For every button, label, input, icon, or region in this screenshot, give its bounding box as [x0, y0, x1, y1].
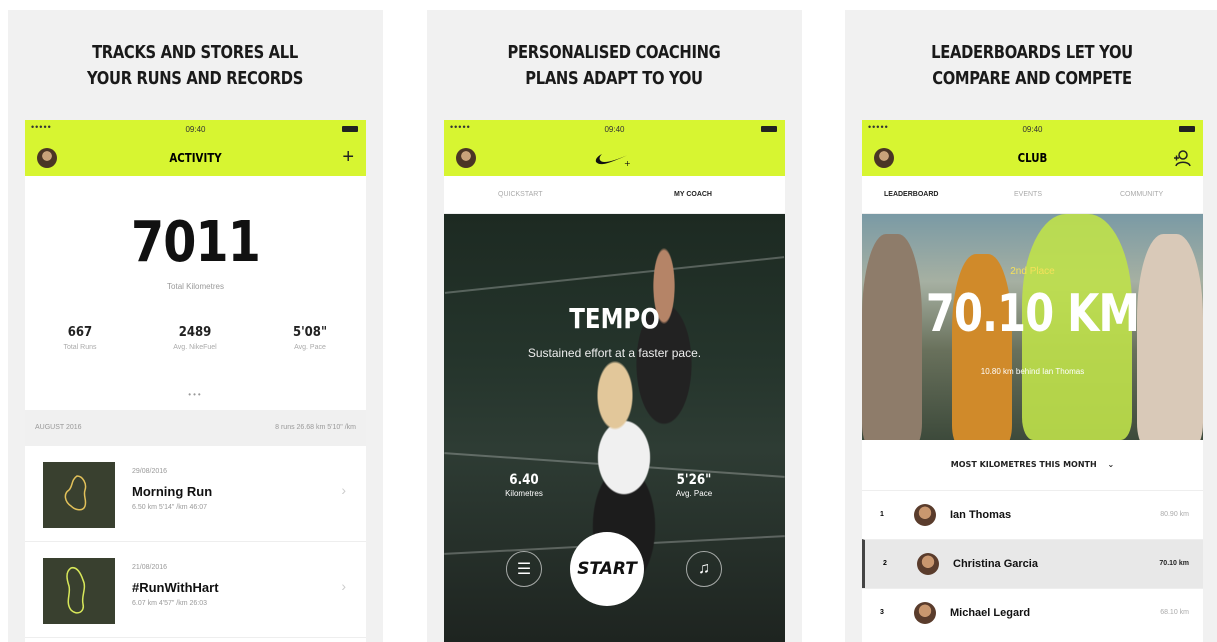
tab-community[interactable]: COMMUNITY — [1120, 191, 1163, 198]
total-km-value: 7011 — [130, 210, 261, 275]
avatar — [917, 553, 939, 575]
avatar — [914, 504, 936, 526]
distance-behind: 10.80 km behind Ian Thomas — [980, 367, 1085, 376]
battery-icon — [342, 126, 358, 132]
add-friend-icon[interactable] — [1173, 149, 1191, 172]
table-row[interactable]: 2 Christina Garcia 70.10 km — [862, 539, 1203, 588]
stat-value: 6.40 — [509, 472, 539, 488]
route-map-thumbnail — [43, 462, 115, 528]
route-map-thumbnail — [43, 558, 115, 624]
workout-hero: TEMPO Sustained effort at a faster pace.… — [444, 214, 785, 642]
coach-tabs: QUICKSTART MY COACH — [444, 176, 785, 214]
workout-distance: 6.40 Kilometres — [484, 472, 564, 498]
page-title: ACTIVITY — [169, 151, 222, 165]
promo-panel-coaching: PERSONALISED COACHING PLANS ADAPT TO YOU… — [427, 10, 802, 642]
runner-distance: 68.10 km — [1160, 609, 1189, 616]
status-time: 09:40 — [604, 125, 625, 134]
settings-sliders-icon[interactable]: ☰ — [506, 551, 542, 587]
status-bar: ••••• 09:40 — [25, 120, 366, 140]
leaderboard-hero: 2nd Place 70.10 KM 10.80 km behind Ian T… — [862, 214, 1203, 440]
tab-events[interactable]: EVENTS — [1014, 191, 1042, 198]
battery-icon — [1179, 126, 1195, 132]
run-name: Morning Run — [132, 484, 213, 499]
panel-headline: TRACKS AND STORES ALL YOUR RUNS AND RECO… — [86, 42, 304, 89]
list-item[interactable]: 21/08/2016 #RunWithHart 6.07 km 4'57" /k… — [25, 542, 366, 638]
leaderboard-distance: 70.10 KM — [925, 284, 1140, 344]
avatar[interactable] — [456, 148, 476, 168]
status-time: 09:40 — [185, 125, 206, 134]
stat-value: 5'08" — [292, 325, 328, 340]
stat-value: 2489 — [178, 325, 212, 340]
run-name: #RunWithHart — [132, 580, 219, 595]
avatar — [914, 602, 936, 624]
run-date: 29/08/2016 — [132, 468, 168, 475]
tab-my-coach[interactable]: MY COACH — [674, 191, 712, 198]
promo-panel-activity: TRACKS AND STORES ALL YOUR RUNS AND RECO… — [8, 10, 383, 642]
runner-distance: 80.90 km — [1160, 511, 1189, 518]
total-km-label: Total Kilometres — [167, 282, 224, 291]
chevron-down-icon: ⌄ — [1107, 460, 1115, 469]
run-date: 21/08/2016 — [132, 564, 168, 571]
nav-bar: ACTIVITY + — [25, 140, 366, 176]
add-icon[interactable]: + — [342, 146, 354, 169]
stat-total-runs: 667 Total Runs — [35, 325, 125, 351]
stat-avg-fuel: 2489 Avg. NikeFuel — [150, 325, 240, 351]
runner-name: Michael Legard — [950, 607, 1031, 619]
stat-label: Avg. NikeFuel — [173, 344, 217, 351]
stat-label: Kilometres — [505, 489, 543, 498]
runner-name: Ian Thomas — [950, 509, 1012, 521]
chevron-right-icon: › — [341, 482, 346, 498]
list-item[interactable]: 29/08/2016 Morning Run 6.50 km 5'14" /km… — [25, 446, 366, 542]
filter-label: MOST KILOMETRES THIS MONTH — [950, 460, 1097, 469]
stat-label: Avg. Pace — [675, 489, 713, 498]
panel-headline: PERSONALISED COACHING PLANS ADAPT TO YOU — [507, 42, 721, 89]
stat-label: Total Runs — [63, 344, 97, 351]
stat-value: 5'26" — [676, 472, 712, 488]
status-bar: ••••• 09:40 — [862, 120, 1203, 140]
run-meta: 6.50 km 5'14" /km 46:07 — [132, 504, 208, 511]
table-row[interactable]: 3 Michael Legard 68.10 km — [862, 588, 1203, 637]
status-time: 09:40 — [1022, 125, 1043, 134]
workout-description: Sustained effort at a faster pace. — [527, 346, 702, 360]
promo-panel-leaderboard: LEADERBOARDS LET YOU COMPARE AND COMPETE… — [845, 10, 1217, 642]
table-row[interactable]: 1 Ian Thomas 80.90 km — [862, 490, 1203, 539]
runner-distance: 70.10 km — [1159, 560, 1189, 567]
month-label: AUGUST 2016 — [35, 424, 82, 431]
nav-bar: + — [444, 140, 785, 176]
panel-headline: LEADERBOARDS LET YOU COMPARE AND COMPETE — [931, 42, 1133, 89]
battery-icon — [761, 126, 777, 132]
runner-image — [952, 254, 1012, 440]
rank-number: 2 — [883, 560, 887, 567]
phone-screen-activity: ••••• 09:40 ACTIVITY + 7011 Total Kilome… — [25, 120, 366, 642]
run-meta: 6.07 km 4'57" /km 26:03 — [132, 600, 208, 607]
month-summary-bar: AUGUST 2016 8 runs 26.68 km 5'10" /km — [25, 410, 366, 446]
tab-leaderboard[interactable]: LEADERBOARD — [884, 191, 938, 198]
workout-pace: 5'26" Avg. Pace — [654, 472, 734, 498]
rank-number: 1 — [880, 511, 884, 518]
nike-logo-icon: + — [594, 150, 634, 173]
runner-name: Christina Garcia — [953, 558, 1038, 570]
phone-screen-coach: ••••• 09:40 + QUICKSTART MY COACH TEMPO … — [444, 120, 785, 642]
tab-quickstart[interactable]: QUICKSTART — [498, 191, 542, 198]
club-tabs: LEADERBOARD EVENTS COMMUNITY — [862, 176, 1203, 214]
rank-number: 3 — [880, 609, 884, 616]
workout-title: TEMPO — [569, 302, 660, 335]
month-summary: 8 runs 26.68 km 5'10" /km — [275, 424, 356, 431]
stat-label: Avg. Pace — [294, 344, 326, 351]
status-bar: ••••• 09:40 — [444, 120, 785, 140]
start-button[interactable]: START — [570, 532, 644, 606]
period-filter-dropdown[interactable]: MOST KILOMETRES THIS MONTH ⌄ — [862, 440, 1203, 490]
stat-avg-pace: 5'08" Avg. Pace — [265, 325, 355, 351]
nav-bar: CLUB — [862, 140, 1203, 176]
leaderboard-rank: 2nd Place — [1010, 266, 1055, 277]
stat-value: 667 — [67, 325, 93, 340]
page-indicator[interactable]: ••• — [25, 390, 366, 399]
page-title: CLUB — [1017, 151, 1048, 165]
music-icon[interactable]: ♫ — [686, 551, 722, 587]
phone-screen-club: ••••• 09:40 CLUB LEADERBOARD EVENTS COMM… — [862, 120, 1203, 642]
chevron-right-icon: › — [341, 578, 346, 594]
svg-text:+: + — [624, 159, 631, 168]
